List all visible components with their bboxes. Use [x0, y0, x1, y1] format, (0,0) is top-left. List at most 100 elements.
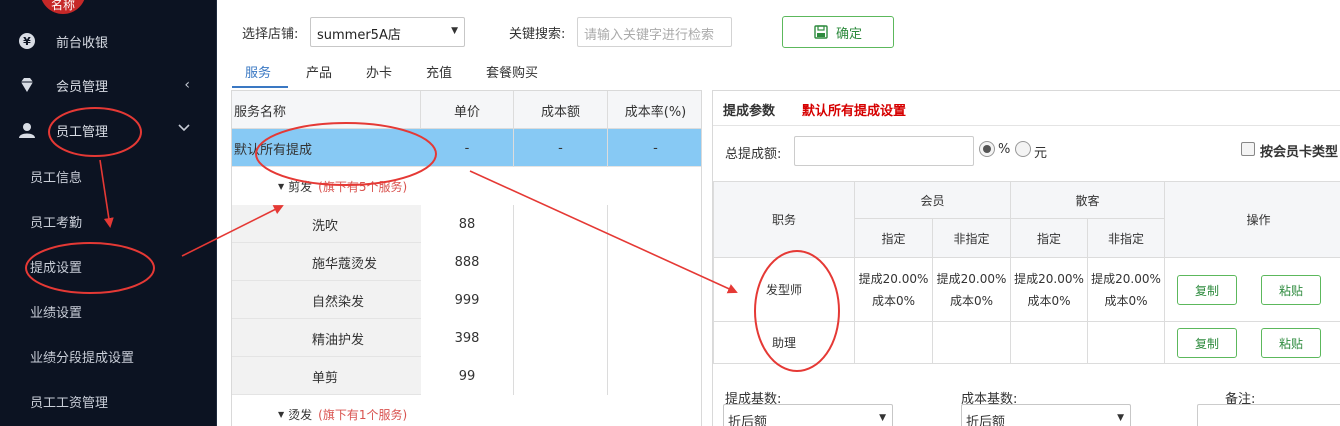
- table-row[interactable]: 单剪 99: [232, 357, 701, 395]
- sub-item-attendance[interactable]: 员工考勤: [0, 199, 216, 243]
- tab-recharge[interactable]: 充值: [426, 62, 452, 81]
- row-price: 99: [421, 357, 514, 395]
- store-select-value: summer5A店: [317, 28, 401, 43]
- row-price: 398: [421, 319, 514, 357]
- col-header-price: 单价: [421, 91, 514, 129]
- paste-button[interactable]: 粘贴: [1261, 275, 1321, 305]
- position-cell-assistant: 助理: [713, 322, 855, 364]
- nav-item-staff[interactable]: 员工管理: [0, 108, 216, 152]
- service-table-header: 服务名称 单价 成本额 成本率(%): [232, 91, 701, 129]
- tab-service[interactable]: 服务: [245, 62, 271, 81]
- radio-percent[interactable]: [979, 141, 995, 157]
- row-name: 单剪: [312, 370, 339, 386]
- base-select[interactable]: 折后额 ▼: [723, 404, 893, 426]
- table-row[interactable]: 自然染发 999: [232, 281, 701, 319]
- user-icon: [19, 123, 35, 138]
- sub-item-commission-settings[interactable]: 提成设置: [0, 244, 216, 288]
- group-row-haircut[interactable]: ▼ 剪发 (旗下有5个服务): [232, 167, 701, 205]
- cost-value: 成本0%: [871, 293, 916, 308]
- commission-cell[interactable]: [855, 322, 933, 364]
- cost-base-select-value: 折后额: [966, 415, 1006, 426]
- by-card-type-checkbox[interactable]: [1241, 142, 1255, 156]
- sub-item-payroll[interactable]: 员工工资管理: [0, 379, 216, 423]
- commission-title-note: 默认所有提成设置: [802, 104, 907, 119]
- commission-cell[interactable]: 提成20.00% 成本0%: [1011, 258, 1088, 322]
- tab-card[interactable]: 办卡: [366, 62, 392, 81]
- sub-label: 业绩分段提成设置: [30, 350, 135, 366]
- col-header-member: 会员: [855, 181, 1011, 219]
- commission-cell[interactable]: [1088, 322, 1165, 364]
- row-price: 888: [421, 243, 514, 281]
- table-row-default[interactable]: 默认所有提成 - - -: [232, 129, 701, 167]
- group-name: 烫发: [288, 407, 313, 422]
- total-commission-input[interactable]: [794, 136, 974, 166]
- group-count: (旗下有1个服务): [318, 407, 408, 422]
- col-header-member-unassigned: 非指定: [933, 219, 1011, 258]
- row-name: 自然染发: [312, 294, 365, 310]
- nav-item-cashier[interactable]: ¥ 前台收银: [0, 19, 216, 63]
- yen-icon: ¥: [19, 33, 35, 49]
- group-name: 剪发: [288, 179, 313, 194]
- sidebar-edge: [216, 0, 217, 426]
- position-cell-stylist: 发型师: [713, 258, 855, 322]
- sub-item-staff-info[interactable]: 员工信息: [0, 154, 216, 198]
- brand-text: 名称: [50, 0, 75, 12]
- commission-panel: 提成参数 默认所有提成设置 总提成额: % 元 按会员卡类型 职务 会员 散客 …: [712, 90, 1340, 426]
- row-rate: [608, 205, 701, 243]
- base-select-value: 折后额: [728, 415, 768, 426]
- col-header-name: 服务名称: [232, 91, 421, 129]
- radio-yuan[interactable]: [1015, 141, 1031, 157]
- cost-value: 成本0%: [1104, 293, 1148, 308]
- tab-active-indicator: [232, 86, 288, 88]
- col-header-guest: 散客: [1011, 181, 1165, 219]
- keyword-input[interactable]: 请输入关键字进行检索: [577, 17, 732, 47]
- save-icon: [814, 25, 828, 39]
- table-row[interactable]: 施华蔻烫发 888: [232, 243, 701, 281]
- commission-cell[interactable]: 提成20.00% 成本0%: [855, 258, 933, 322]
- row-rate: [608, 319, 701, 357]
- row-cost: -: [514, 129, 608, 167]
- total-commission-label: 总提成额:: [725, 147, 782, 162]
- radio-percent-label: %: [998, 142, 1011, 157]
- store-select[interactable]: summer5A店 ▼: [310, 17, 465, 47]
- commission-title: 提成参数: [723, 104, 776, 119]
- copy-button[interactable]: 复制: [1177, 275, 1237, 305]
- row-name: 洗吹: [312, 218, 339, 234]
- sub-label: 员工考勤: [30, 215, 83, 231]
- table-row[interactable]: 精油护发 398: [232, 319, 701, 357]
- group-label: ▼ 烫发 (旗下有1个服务): [278, 395, 407, 426]
- commission-cell[interactable]: 提成20.00% 成本0%: [1088, 258, 1165, 322]
- confirm-button[interactable]: 确定: [782, 16, 894, 48]
- cost-base-select[interactable]: 折后额 ▼: [961, 404, 1131, 426]
- by-card-type-label: 按会员卡类型: [1260, 145, 1339, 160]
- row-cost: [514, 205, 608, 243]
- chevron-down-shape: [178, 124, 190, 132]
- commission-cell[interactable]: [1011, 322, 1088, 364]
- group-count: (旗下有5个服务): [318, 179, 408, 194]
- table-row[interactable]: 洗吹 88: [232, 205, 701, 243]
- tab-package[interactable]: 套餐购买: [486, 62, 538, 81]
- commission-value: 提成20.00%: [936, 271, 1007, 286]
- confirm-label: 确定: [835, 26, 862, 42]
- commission-cell[interactable]: [933, 322, 1011, 364]
- sub-item-performance[interactable]: 业绩设置: [0, 289, 216, 333]
- nav-label-staff: 员工管理: [56, 124, 109, 140]
- row-rate: [608, 243, 701, 281]
- group-row-perm[interactable]: ▼ 烫发 (旗下有1个服务): [232, 395, 701, 426]
- tab-product[interactable]: 产品: [306, 62, 332, 81]
- col-header-cost: 成本额: [514, 91, 608, 129]
- nav-item-members[interactable]: 会员管理 ‹: [0, 63, 216, 107]
- col-header-action: 操作: [1165, 181, 1340, 258]
- col-header-position: 职务: [713, 181, 855, 258]
- sub-item-tiered-commission[interactable]: 业绩分段提成设置: [0, 334, 216, 378]
- copy-button[interactable]: 复制: [1177, 328, 1237, 358]
- cost-value: 成本0%: [949, 293, 994, 308]
- row-rate: -: [653, 140, 658, 156]
- col-header-rate: 成本率(%): [624, 104, 687, 120]
- note-input[interactable]: [1197, 404, 1340, 426]
- commission-cell[interactable]: 提成20.00% 成本0%: [933, 258, 1011, 322]
- group-label: ▼ 剪发 (旗下有5个服务): [278, 167, 407, 205]
- row-rate: [608, 357, 701, 395]
- col-header-member-assigned: 指定: [855, 219, 933, 258]
- paste-button[interactable]: 粘贴: [1261, 328, 1321, 358]
